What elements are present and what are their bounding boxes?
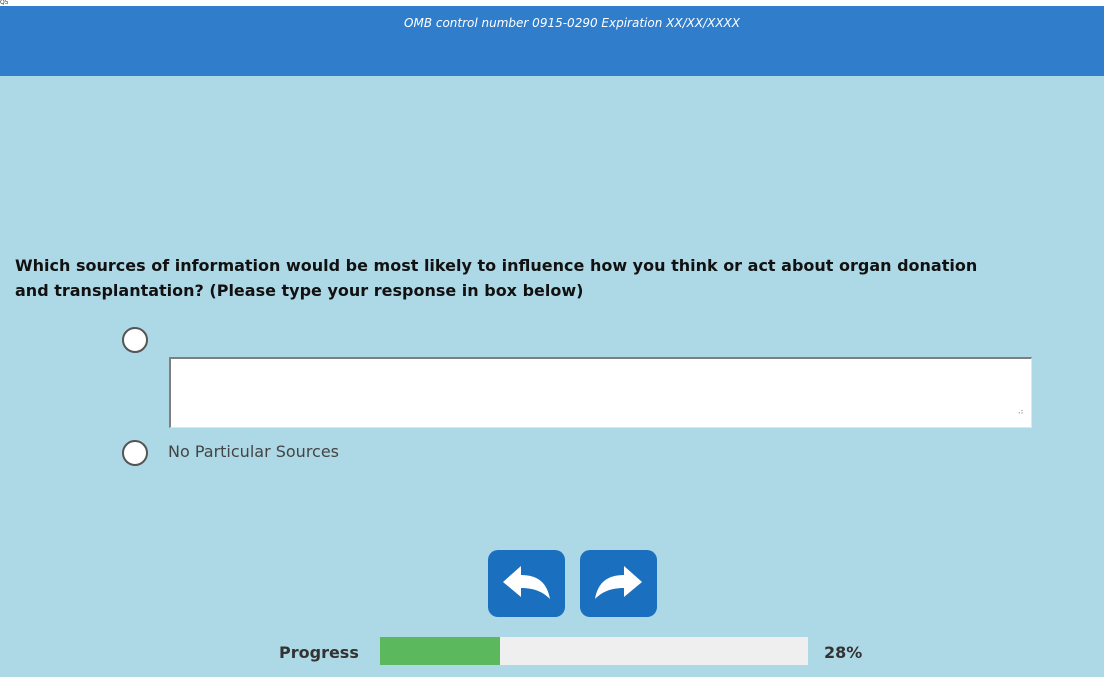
progress-bar <box>380 637 808 665</box>
progress-percent: 28% <box>824 643 863 662</box>
no-sources-radio[interactable] <box>122 440 148 466</box>
question-text: Which sources of information would be mo… <box>15 253 1104 303</box>
response-textarea[interactable] <box>169 357 1032 428</box>
question-line-2: and transplantation? (Please type your r… <box>15 281 584 300</box>
resize-grip-icon[interactable]: ⠠⠆ <box>1013 408 1026 422</box>
no-sources-label[interactable]: No Particular Sources <box>168 442 339 461</box>
back-button[interactable] <box>488 550 565 617</box>
undo-arrow-icon <box>503 566 550 599</box>
question-line-1: Which sources of information would be mo… <box>15 256 978 275</box>
next-button[interactable] <box>580 550 657 617</box>
header-bar: OMB control number 0915-0290 Expiration … <box>0 6 1104 76</box>
omb-control-text: OMB control number 0915-0290 Expiration … <box>404 16 740 30</box>
redo-arrow-icon <box>595 566 642 599</box>
progress-label: Progress <box>279 643 359 662</box>
progress-bar-fill <box>380 637 500 665</box>
free-text-radio[interactable] <box>122 327 148 353</box>
survey-panel: Which sources of information would be mo… <box>0 76 1104 677</box>
